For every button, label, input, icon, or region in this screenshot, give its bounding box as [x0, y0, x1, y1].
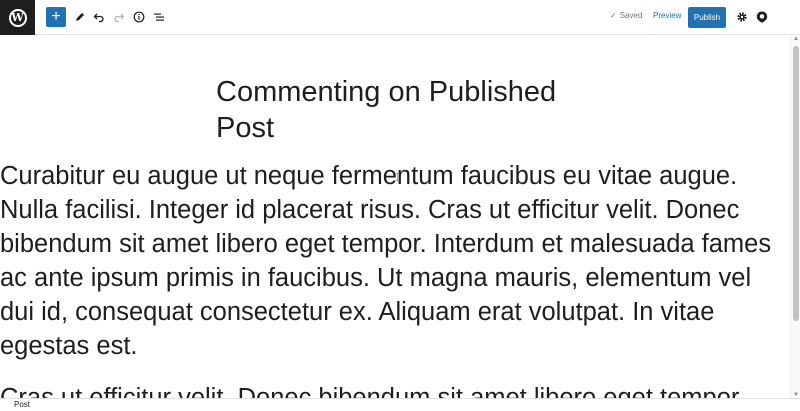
scrollbar-thumb[interactable] [793, 46, 799, 321]
editor-toolbar: W + ✓ Saved Preview Publish [0, 0, 800, 35]
publish-button[interactable]: Publish [688, 7, 726, 28]
paragraph-block[interactable]: Cras ut efficitur velit. Donec bibendum … [0, 381, 790, 398]
check-icon: ✓ [610, 11, 617, 20]
text-cursor-icon: ⌶ [394, 172, 401, 184]
scrollbar[interactable]: ▲ ▼ [790, 36, 800, 398]
undo-icon[interactable] [89, 7, 109, 27]
jetpack-icon[interactable] [752, 7, 772, 27]
add-block-button[interactable]: + [46, 7, 66, 27]
preview-button[interactable]: Preview [653, 11, 681, 20]
gear-icon[interactable] [732, 7, 752, 27]
redo-icon[interactable] [109, 7, 129, 27]
editor-canvas[interactable]: Commenting on Published Post Curabitur e… [0, 36, 790, 398]
info-icon[interactable] [129, 7, 149, 27]
wordpress-icon[interactable]: W [0, 0, 35, 35]
block-breadcrumb-bar: Post [0, 398, 800, 411]
saved-label: Saved [619, 11, 643, 20]
saved-status: ✓ Saved [610, 11, 642, 20]
pencil-icon[interactable] [70, 7, 90, 27]
paragraph-block[interactable]: Curabitur eu augue ut neque fermentum fa… [0, 159, 790, 363]
wordpress-logo-letter: W [8, 8, 27, 27]
scroll-up-icon[interactable]: ▲ [793, 36, 799, 42]
list-view-icon[interactable] [149, 7, 169, 27]
breadcrumb-post[interactable]: Post [14, 400, 30, 409]
post-title[interactable]: Commenting on Published Post [216, 74, 596, 146]
